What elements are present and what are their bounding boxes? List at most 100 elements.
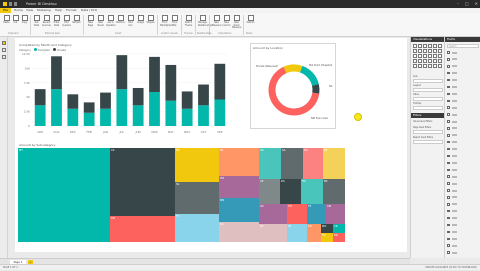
checkbox-icon[interactable] [447,120,450,123]
checkbox-icon[interactable] [447,58,450,61]
save-icon[interactable] [9,2,12,6]
field-item[interactable]: Year [447,99,479,103]
treemap-cell[interactable]: SS [175,182,219,214]
new-visual-button[interactable]: New Visual [96,15,105,27]
report-filter-dropzone[interactable] [413,140,443,144]
copy-button[interactable]: Copy [20,15,29,25]
treemap-icon[interactable] [428,54,432,58]
treemap-cell[interactable]: CP [259,179,280,204]
percent-column-icon[interactable] [438,44,442,48]
field-item[interactable]: Location [447,78,479,83]
clustered-column-icon[interactable] [428,44,432,48]
donut-icon[interactable] [423,54,427,58]
checkbox-icon[interactable] [447,189,450,192]
checkbox-icon[interactable] [447,99,450,103]
field-item[interactable]: Code [447,237,479,241]
new-quick-measure-button[interactable]: New Quick Measure [232,15,241,30]
field-item[interactable]: Completed [447,65,479,69]
enter-data-button[interactable]: Enter Data [52,15,61,27]
checkbox-icon[interactable] [447,175,450,178]
checkbox-icon[interactable] [447,237,450,241]
ribbon-chart-icon[interactable] [433,49,437,53]
globe-icon[interactable] [433,64,437,68]
treemap-cell[interactable]: FN [301,179,323,204]
checkbox-icon[interactable] [447,230,450,234]
funnel-icon[interactable] [413,59,417,63]
checkbox-icon[interactable] [447,168,450,172]
field-item[interactable]: Quantity [447,127,479,131]
treemap-cell[interactable]: MA [175,148,219,182]
checkbox-icon[interactable] [447,113,450,116]
field-item[interactable]: Owner [447,120,479,124]
field-item[interactable]: Product [447,140,479,145]
checkbox-icon[interactable] [447,92,450,96]
clustered-bar-icon[interactable] [423,44,427,48]
treemap-cell[interactable]: DS [280,179,301,204]
manage-relationships-button[interactable]: Manage Relationships [198,15,213,27]
treemap-cell[interactable]: NV [219,222,259,242]
checkbox-icon[interactable] [447,106,450,109]
field-item[interactable]: Channel [447,154,479,159]
stacked-bar-icon[interactable] [413,44,417,48]
field-item[interactable]: Priority [447,175,479,179]
field-item[interactable]: Budget [447,189,479,193]
checkbox-icon[interactable] [447,51,450,54]
page-filter-dropzone[interactable] [413,130,443,134]
treemap-cell[interactable]: MN [219,198,259,222]
new-page-button[interactable]: New Page [86,15,95,27]
from-file-button[interactable]: From File [170,15,179,27]
legend-well[interactable] [413,88,443,92]
field-item[interactable]: Group [447,244,479,248]
checkbox-icon[interactable] [447,223,450,227]
checkbox-icon[interactable] [447,182,450,185]
checkbox-icon[interactable] [447,203,450,206]
ask-question-button[interactable]: Ask A Question [106,15,116,27]
new-column-button[interactable]: New Column [222,15,231,27]
r-visual-icon[interactable] [423,64,427,68]
gauge-icon[interactable] [418,59,422,63]
stacked-bar-chart[interactable]: 0 2.5K 5K 7.5K 10K 12.5K APR AUG DEC FEB JAN JUL JUN… [16,52,232,136]
checkbox-icon[interactable] [447,71,450,75]
field-item[interactable]: Notes [447,251,479,255]
card-icon[interactable] [423,59,427,63]
multi-row-card-icon[interactable] [428,59,432,63]
field-item[interactable]: Subcategory [447,92,479,96]
percent-bar-icon[interactable] [433,44,437,48]
recent-sources-button[interactable]: Recent Sources [42,15,51,27]
scatter-icon[interactable] [413,54,417,58]
field-item[interactable]: Score [447,216,479,221]
treemap-cell[interactable]: TP [307,204,326,224]
treemap-cell[interactable]: BC [259,224,287,242]
donut-visual[interactable]: Amount by Location Private (Reserved) Mi… [250,43,336,129]
treemap-cell[interactable]: CR [333,224,345,233]
stacked-area-icon[interactable] [423,49,427,53]
treemap-cell[interactable]: LN [259,204,287,224]
field-item[interactable]: Segment [447,147,479,152]
filled-map-icon[interactable] [438,54,442,58]
arcgis-icon[interactable] [428,64,432,68]
cut-button[interactable]: Cut [11,15,20,25]
field-item[interactable]: Key [447,230,479,234]
line-column-icon[interactable] [428,49,432,53]
edit-queries-button[interactable]: Edit Queries [62,15,71,27]
treemap-cell[interactable]: MT [18,148,110,242]
table-icon[interactable] [413,64,417,68]
checkbox-icon[interactable] [447,147,450,151]
new-measure-button[interactable]: New Measure [212,15,221,27]
checkbox-icon[interactable] [447,154,450,158]
field-item[interactable]: Index [447,223,479,228]
checkbox-icon[interactable] [447,85,450,89]
checkbox-icon[interactable] [447,251,450,254]
treemap-cell[interactable]: NL [219,148,259,176]
shapes-button[interactable]: Shapes [146,15,155,25]
treemap-cell[interactable]: GC [259,148,281,179]
slicer-icon[interactable] [438,59,442,63]
line-chart-icon[interactable] [413,49,417,53]
checkbox-icon[interactable] [447,134,450,137]
treemap[interactable]: MT CS BM MA SS TT NL PM MN NV GC SA RG S… [18,148,345,242]
treemap-cell[interactable]: SE [323,148,345,179]
treemap-cell[interactable]: KN [307,224,321,242]
model-view-icon[interactable] [2,55,6,59]
treemap-cell[interactable]: HC [321,233,333,242]
field-item[interactable]: City [447,168,479,172]
